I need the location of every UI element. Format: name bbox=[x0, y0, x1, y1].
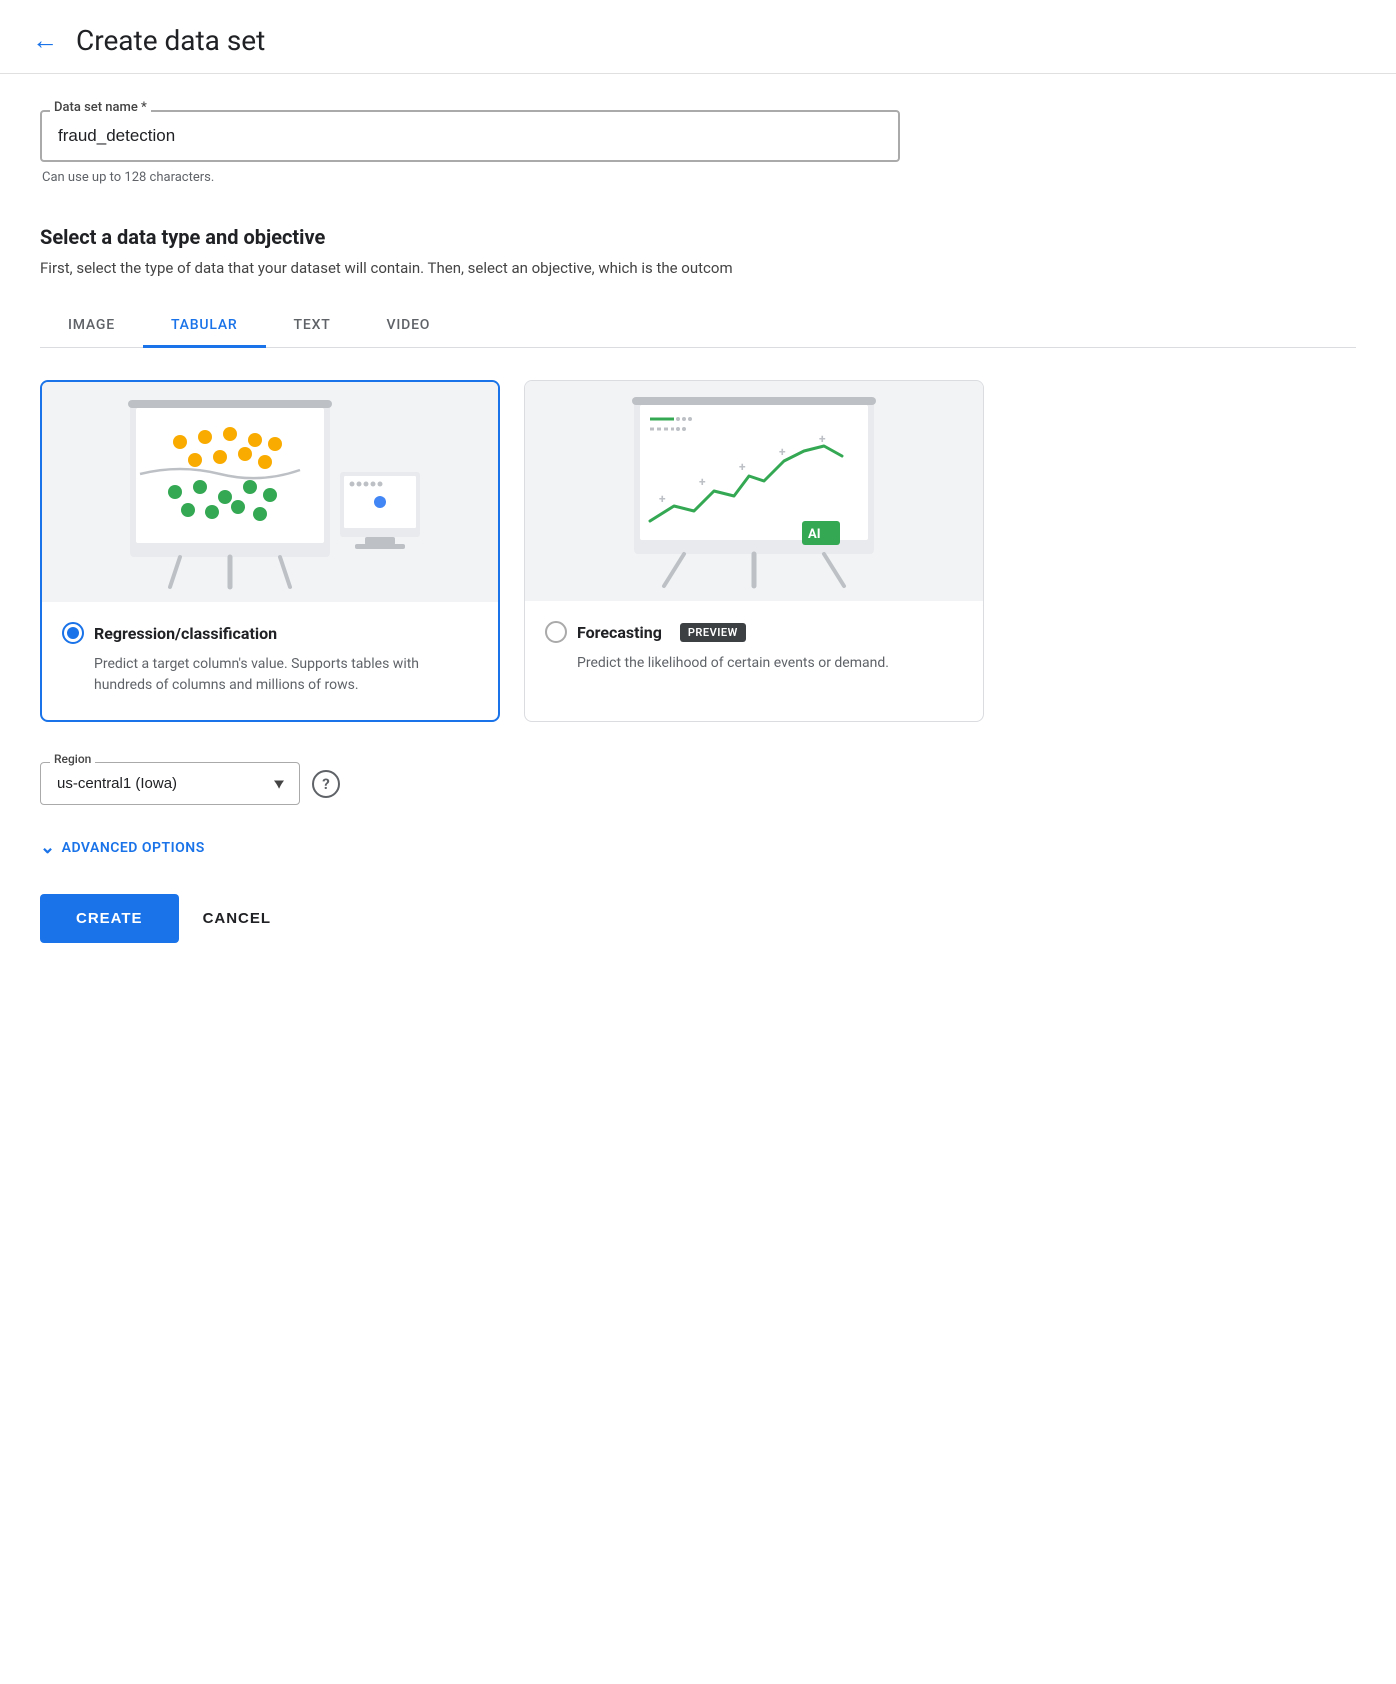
dataset-name-input[interactable] bbox=[40, 110, 900, 162]
card-forecasting-image: + + + + + AI bbox=[525, 381, 983, 601]
preview-badge: PREVIEW bbox=[680, 623, 746, 642]
svg-text:+: + bbox=[659, 492, 666, 506]
tab-video[interactable]: VIDEO bbox=[359, 305, 459, 348]
create-button[interactable]: CREATE bbox=[40, 894, 179, 943]
svg-text:+: + bbox=[819, 432, 826, 446]
page-header: ← Create data set bbox=[0, 0, 1396, 74]
back-button[interactable]: ← bbox=[32, 28, 58, 54]
card-regression-title: Regression/classification bbox=[94, 624, 277, 643]
dataset-name-field: Data set name * bbox=[40, 110, 900, 162]
card-regression-body: Regression/classification Predict a targ… bbox=[42, 602, 498, 720]
card-regression-option[interactable]: Regression/classification bbox=[62, 622, 478, 644]
radio-forecasting[interactable] bbox=[545, 621, 567, 643]
tab-text[interactable]: TEXT bbox=[266, 305, 359, 348]
card-regression[interactable]: Regression/classification Predict a targ… bbox=[40, 380, 500, 722]
dataset-name-label: Data set name * bbox=[50, 100, 151, 115]
tab-tabular[interactable]: TABULAR bbox=[143, 305, 266, 348]
advanced-options-label: ADVANCED OPTIONS bbox=[62, 840, 205, 856]
objective-cards: Regression/classification Predict a targ… bbox=[40, 380, 1356, 722]
data-type-tabs: IMAGE TABULAR TEXT VIDEO bbox=[40, 305, 1356, 348]
card-forecasting-title: Forecasting bbox=[577, 623, 662, 642]
page-title: Create data set bbox=[76, 24, 265, 57]
card-forecasting-option[interactable]: Forecasting PREVIEW bbox=[545, 621, 963, 643]
card-forecasting[interactable]: + + + + + AI Forecasting PREVIEW Predict… bbox=[524, 380, 984, 722]
cancel-button[interactable]: CANCEL bbox=[203, 910, 272, 927]
region-select[interactable]: us-central1 (Iowa) bbox=[40, 762, 300, 805]
svg-text:+: + bbox=[739, 460, 746, 474]
dataset-name-hint: Can use up to 128 characters. bbox=[42, 170, 1356, 185]
region-select-wrapper: Region us-central1 (Iowa) ▼ bbox=[40, 762, 300, 805]
radio-regression[interactable] bbox=[62, 622, 84, 644]
advanced-options-toggle[interactable]: ⌄ ADVANCED OPTIONS bbox=[40, 837, 1356, 858]
actions-row: CREATE CANCEL bbox=[40, 894, 1356, 943]
tab-image[interactable]: IMAGE bbox=[40, 305, 143, 348]
section-title: Select a data type and objective bbox=[40, 225, 1356, 249]
chevron-down-icon: ⌄ bbox=[40, 837, 56, 858]
main-content: Data set name * Can use up to 128 charac… bbox=[0, 74, 1396, 983]
svg-text:AI: AI bbox=[808, 527, 821, 542]
card-regression-desc: Predict a target column's value. Support… bbox=[94, 654, 478, 696]
card-forecasting-desc: Predict the likelihood of certain events… bbox=[577, 653, 963, 674]
svg-text:+: + bbox=[779, 445, 786, 459]
svg-text:+: + bbox=[699, 475, 706, 489]
card-regression-image bbox=[42, 382, 498, 602]
card-forecasting-body: Forecasting PREVIEW Predict the likeliho… bbox=[525, 601, 983, 698]
help-icon[interactable]: ? bbox=[312, 770, 340, 798]
region-group: Region us-central1 (Iowa) ▼ ? bbox=[40, 762, 1356, 805]
section-desc: First, select the type of data that your… bbox=[40, 259, 1140, 277]
region-label: Region bbox=[50, 752, 95, 766]
